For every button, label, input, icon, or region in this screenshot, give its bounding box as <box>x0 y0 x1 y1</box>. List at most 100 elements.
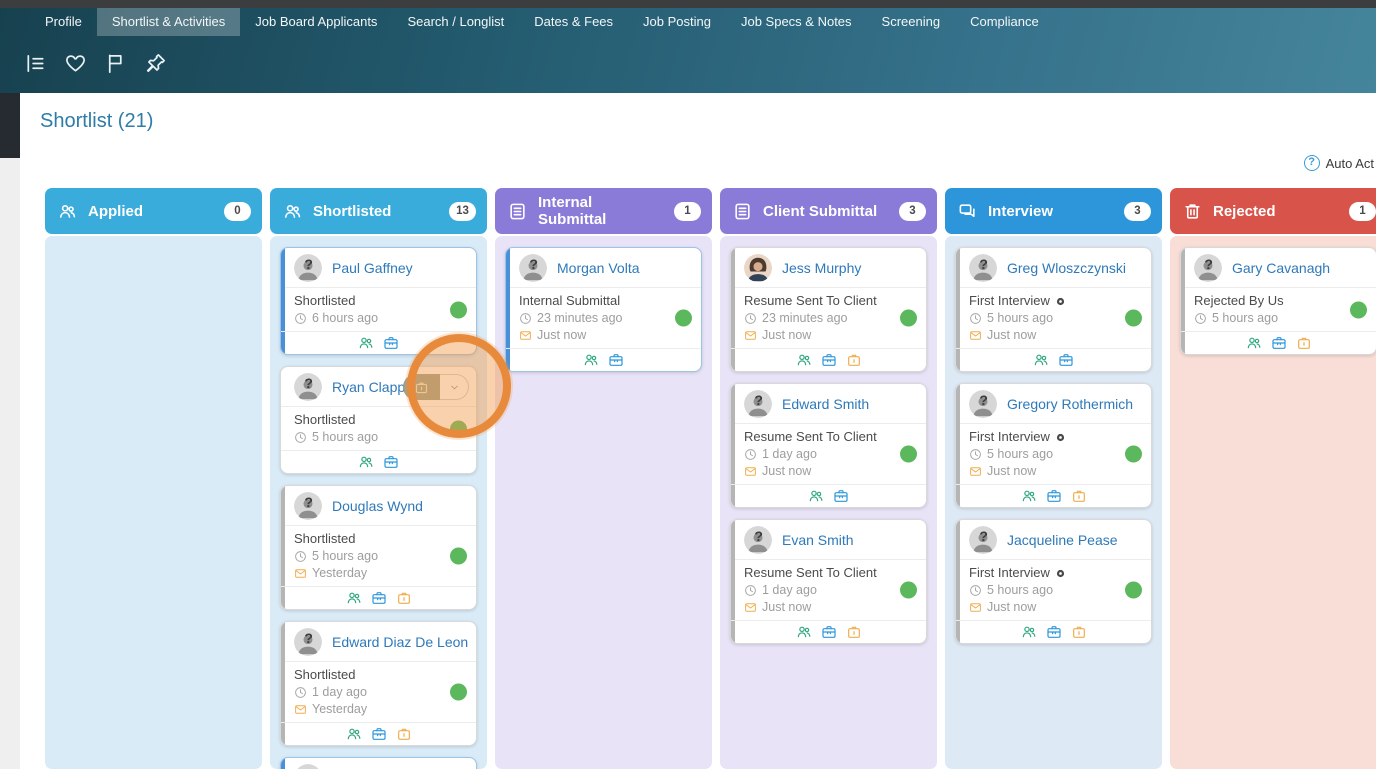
candidate-card-ryan-clapp[interactable]: ? Ryan Clapp Shortlisted 5 hours ago <box>280 366 477 474</box>
briefcase-orange-icon[interactable] <box>1071 488 1087 504</box>
card-status-block: Shortlisted 5 hours ago <box>281 407 476 451</box>
people-icon[interactable] <box>358 335 374 351</box>
status-text: First Interview <box>969 293 1123 309</box>
column-header-internal-submittal[interactable]: Internal Submittal 1 <box>495 188 712 234</box>
briefcase-action-button[interactable] <box>403 374 440 400</box>
candidate-name[interactable]: Jacqueline Pease <box>1007 532 1118 548</box>
people-icon[interactable] <box>796 352 812 368</box>
nav-tab-dates-fees[interactable]: Dates & Fees <box>519 8 628 36</box>
candidate-name[interactable]: Paul Gaffney <box>332 260 413 276</box>
briefcase-orange-icon[interactable] <box>1296 335 1312 351</box>
people-icon[interactable] <box>583 352 599 368</box>
browser-chrome-strip <box>0 0 1376 8</box>
briefcase-orange-icon[interactable] <box>846 352 862 368</box>
people-icon[interactable] <box>808 488 824 504</box>
candidate-card-douglas-wynd[interactable]: ? Douglas Wynd Shortlisted 5 hours ago Y… <box>280 485 477 610</box>
nav-tab-shortlist-activities[interactable]: Shortlist & Activities <box>96 8 241 36</box>
candidate-name[interactable]: Edward Smith <box>782 396 869 412</box>
action-dropdown-button[interactable] <box>440 374 469 400</box>
briefcase-blue-icon[interactable] <box>371 726 387 742</box>
clock-icon <box>969 448 982 461</box>
envelope-icon <box>294 703 307 716</box>
auto-action-control[interactable]: ? Auto Act <box>1303 155 1374 171</box>
candidate-card-evan-smith[interactable]: ? Evan Smith Resume Sent To Client 1 day… <box>730 519 927 644</box>
card-hover-actions <box>403 374 469 400</box>
column-header-shortlisted[interactable]: Shortlisted 13 <box>270 188 487 234</box>
help-icon[interactable]: ? <box>1303 155 1320 171</box>
briefcase-blue-icon[interactable] <box>383 335 399 351</box>
candidate-card-edward-diaz-de-leon[interactable]: ? Edward Diaz De Leon Shortlisted 1 day … <box>280 621 477 746</box>
clock-icon <box>294 431 307 444</box>
candidate-card-george-lorenz[interactable]: ? George Lorenz <box>280 757 477 769</box>
candidate-card-paul-gaffney[interactable]: ? Paul Gaffney Shortlisted 6 hours ago <box>280 247 477 355</box>
clock-icon <box>744 584 757 597</box>
candidate-name[interactable]: Gary Cavanagh <box>1232 260 1330 276</box>
nav-tab-job-posting[interactable]: Job Posting <box>628 8 726 36</box>
people-icon[interactable] <box>358 454 374 470</box>
briefcase-blue-icon[interactable] <box>1046 624 1062 640</box>
people-icon[interactable] <box>1021 624 1037 640</box>
briefcase-blue-icon[interactable] <box>821 352 837 368</box>
candidate-name[interactable]: Jess Murphy <box>782 260 861 276</box>
candidate-name[interactable]: Douglas Wynd <box>332 498 423 514</box>
candidate-card-edward-smith[interactable]: ? Edward Smith Resume Sent To Client 1 d… <box>730 383 927 508</box>
column-label: Applied <box>88 202 143 220</box>
people-icon[interactable] <box>796 624 812 640</box>
flag-icon[interactable] <box>104 52 127 75</box>
status-dot <box>900 445 917 463</box>
briefcase-orange-icon[interactable] <box>396 726 412 742</box>
status-dot <box>450 547 467 565</box>
column-header-client-submittal[interactable]: Client Submittal 3 <box>720 188 937 234</box>
people-icon[interactable] <box>1246 335 1262 351</box>
briefcase-blue-icon[interactable] <box>1046 488 1062 504</box>
briefcase-blue-icon[interactable] <box>821 624 837 640</box>
nav-tab-search-longlist[interactable]: Search / Longlist <box>392 8 519 36</box>
briefcase-orange-icon[interactable] <box>846 624 862 640</box>
candidate-card-jess-murphy[interactable]: Jess Murphy Resume Sent To Client 23 min… <box>730 247 927 372</box>
collapse-menu-icon[interactable] <box>24 52 47 75</box>
briefcase-blue-icon[interactable] <box>1271 335 1287 351</box>
candidate-card-jacqueline-pease[interactable]: ? Jacqueline Pease First Interview 5 hou… <box>955 519 1152 644</box>
briefcase-blue-icon[interactable] <box>371 590 387 606</box>
status-dot <box>1350 301 1367 318</box>
candidate-name[interactable]: Greg Wloszczynski <box>1007 260 1126 276</box>
briefcase-orange-icon[interactable] <box>1071 624 1087 640</box>
briefcase-blue-icon[interactable] <box>383 454 399 470</box>
people-icon[interactable] <box>346 726 362 742</box>
candidate-card-gregory-rothermich[interactable]: ? Gregory Rothermich First Interview 5 h… <box>955 383 1152 508</box>
card-header: ? Jacqueline Pease <box>956 520 1151 560</box>
card-header: ? Paul Gaffney <box>281 248 476 288</box>
pin-icon[interactable] <box>144 52 167 75</box>
clock-icon <box>744 448 757 461</box>
candidate-name[interactable]: Morgan Volta <box>557 260 640 276</box>
briefcase-orange-icon[interactable] <box>396 590 412 606</box>
nav-tab-job-specs-notes[interactable]: Job Specs & Notes <box>726 8 867 36</box>
column-applied: Applied 0 <box>45 188 262 769</box>
status-text: Resume Sent To Client <box>744 565 877 580</box>
candidate-name[interactable]: Ryan Clapp <box>332 379 405 395</box>
nav-tab-compliance[interactable]: Compliance <box>955 8 1054 36</box>
status-dot <box>450 683 467 701</box>
nav-tab-screening[interactable]: Screening <box>867 8 956 36</box>
email-time-line: Just now <box>969 600 1123 615</box>
briefcase-blue-icon[interactable] <box>833 488 849 504</box>
candidate-name[interactable]: Edward Diaz De Leon <box>332 634 468 650</box>
candidate-card-morgan-volta[interactable]: ? Morgan Volta Internal Submittal 23 min… <box>505 247 702 372</box>
candidate-name[interactable]: Evan Smith <box>782 532 854 548</box>
candidate-card-gary-cavanagh[interactable]: ? Gary Cavanagh Rejected By Us 5 hours a… <box>1180 247 1376 355</box>
nav-tab-profile[interactable]: Profile <box>30 8 97 36</box>
nav-tab-job-board-applicants[interactable]: Job Board Applicants <box>240 8 392 36</box>
people-icon[interactable] <box>1033 352 1049 368</box>
people-icon[interactable] <box>346 590 362 606</box>
time-line: 1 day ago <box>744 447 898 462</box>
briefcase-blue-icon[interactable] <box>1058 352 1074 368</box>
people-icon[interactable] <box>1021 488 1037 504</box>
column-header-interview[interactable]: Interview 3 <box>945 188 1162 234</box>
column-header-applied[interactable]: Applied 0 <box>45 188 262 234</box>
candidate-card-greg-wloszczynski[interactable]: ? Greg Wloszczynski First Interview 5 ho… <box>955 247 1152 372</box>
app-window: Profile Shortlist & Activities Job Board… <box>0 0 1376 769</box>
heart-icon[interactable] <box>64 52 87 75</box>
column-header-rejected[interactable]: Rejected 1 <box>1170 188 1376 234</box>
briefcase-blue-icon[interactable] <box>608 352 624 368</box>
candidate-name[interactable]: Gregory Rothermich <box>1007 396 1133 412</box>
